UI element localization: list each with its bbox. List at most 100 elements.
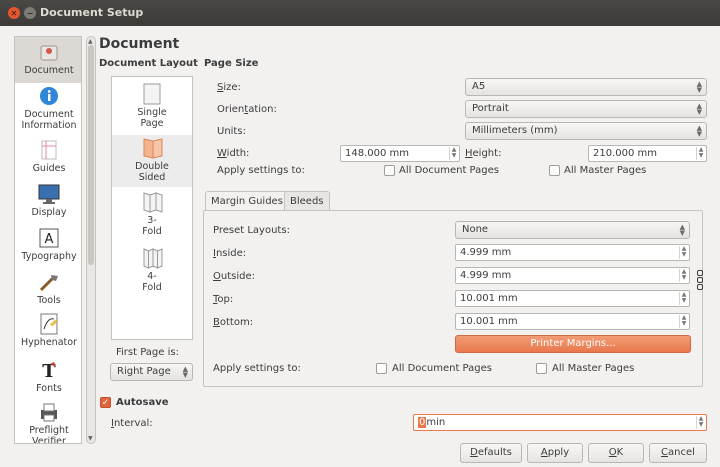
sidebar-item-label: Guides xyxy=(32,163,66,174)
margins-apply-label: Apply settings to: xyxy=(213,363,301,374)
margins-all-document-pages-checkbox[interactable] xyxy=(376,363,387,374)
spinner-icon[interactable]: ▲ ▼ xyxy=(679,246,688,259)
sidebar-item-hyphenator[interactable]: Hyphenator xyxy=(15,311,81,355)
outside-field[interactable]: 4.999 mm ▲ ▼ xyxy=(455,267,690,284)
apply-settings-label: Apply settings to: xyxy=(217,165,305,176)
preset-layouts-select[interactable]: None ▲ ▼ xyxy=(455,221,690,239)
spinner-icon[interactable]: ▲ ▼ xyxy=(449,147,458,160)
spinner-icon[interactable]: ▲ ▼ xyxy=(696,147,705,160)
sidebar-item-label: Typography xyxy=(21,251,77,262)
units-value: Millimeters (mm) xyxy=(472,125,558,136)
margins-all-document-pages-label: All Document Pages xyxy=(392,363,492,374)
tab-bleeds[interactable]: Bleeds xyxy=(284,191,330,211)
sidebar-item-display[interactable]: Display xyxy=(15,179,81,223)
height-label: Height: xyxy=(465,148,502,159)
single-page-icon xyxy=(143,83,161,105)
interval-field[interactable]: 0min ▲ ▼ xyxy=(413,414,707,431)
layout-4-fold[interactable]: 4-Fold xyxy=(112,247,192,299)
sidebar-item-document[interactable]: Document xyxy=(15,37,81,83)
printer-margins-button[interactable]: Printer Margins... xyxy=(455,335,691,353)
bottom-value: 10.001 mm xyxy=(460,316,518,327)
ok-button[interactable]: OK xyxy=(588,443,644,463)
units-select[interactable]: Millimeters (mm) ▲ ▼ xyxy=(465,122,707,140)
page-size-heading: Page Size xyxy=(204,58,259,69)
bottom-label: Bottom: xyxy=(213,317,254,328)
orientation-label: Orientation: xyxy=(217,104,277,115)
layout-label: 3-Fold xyxy=(142,215,162,237)
sidebar-item-label: Fonts xyxy=(36,383,62,394)
all-master-pages-label: All Master Pages xyxy=(564,165,647,176)
preflight-icon xyxy=(37,401,61,423)
sidebar-item-typography[interactable]: A Typography xyxy=(15,223,81,267)
all-document-pages-label: All Document Pages xyxy=(399,165,499,176)
preset-layouts-label: Preset Layouts: xyxy=(213,225,290,236)
size-select[interactable]: A5 ▲ ▼ xyxy=(465,78,707,96)
document-layout-heading: Document Layout xyxy=(99,58,198,69)
window-title: Document Setup xyxy=(40,6,144,19)
chevron-updown-icon: ▲ ▼ xyxy=(696,80,702,94)
sidebar-item-label: Hyphenator xyxy=(21,337,77,348)
defaults-button[interactable]: Defaults xyxy=(460,443,522,463)
minimize-icon[interactable]: − xyxy=(24,7,36,19)
outside-value: 4.999 mm xyxy=(460,270,512,281)
apply-button[interactable]: Apply xyxy=(527,443,583,463)
spinner-icon[interactable]: ▲ ▼ xyxy=(679,269,688,282)
autosave-label: Autosave xyxy=(116,397,169,408)
bottom-field[interactable]: 10.001 mm ▲ ▼ xyxy=(455,313,690,330)
info-icon xyxy=(37,85,61,107)
document-icon xyxy=(37,41,61,63)
all-master-pages-checkbox[interactable] xyxy=(549,165,560,176)
layout-single-page[interactable]: Single Page xyxy=(112,83,192,133)
spinner-icon[interactable]: ▲ ▼ xyxy=(679,292,688,305)
first-page-label: First Page is: xyxy=(116,347,179,358)
scroll-down-icon[interactable]: ▼ xyxy=(88,435,93,442)
tab-margin-guides[interactable]: Margin Guides xyxy=(205,191,289,212)
sidebar-item-label: Document xyxy=(24,65,74,76)
height-field[interactable]: 210.000 mm ▲ ▼ xyxy=(588,145,707,162)
inside-field[interactable]: 4.999 mm ▲ ▼ xyxy=(455,244,690,261)
sidebar-item-tools[interactable]: Tools xyxy=(15,267,81,311)
category-sidebar: Document Document Information Guides Dis… xyxy=(14,36,82,444)
first-page-value: Right Page xyxy=(117,366,171,377)
height-value: 210.000 mm xyxy=(593,148,658,159)
tools-icon xyxy=(37,271,61,293)
sidebar-item-guides[interactable]: Guides xyxy=(15,135,81,179)
size-label: Size: xyxy=(217,82,241,93)
outside-label: Outside: xyxy=(213,271,255,282)
all-document-pages-checkbox[interactable] xyxy=(384,165,395,176)
spinner-icon[interactable]: ▲ ▼ xyxy=(696,416,705,429)
double-sided-icon xyxy=(143,137,163,159)
inside-label: Inside: xyxy=(213,248,247,259)
width-field[interactable]: 148.000 mm ▲ ▼ xyxy=(340,145,460,162)
typography-icon: A xyxy=(37,227,61,249)
sidebar-item-label: Display xyxy=(31,207,67,218)
scrollbar-thumb[interactable] xyxy=(88,45,94,265)
spinner-icon[interactable]: ▲ ▼ xyxy=(679,315,688,328)
cancel-button[interactable]: Cancel xyxy=(649,443,707,463)
sidebar-item-label: Document Information xyxy=(21,109,77,131)
scroll-up-icon[interactable]: ▲ xyxy=(88,38,93,45)
orientation-select[interactable]: Portrait ▲ ▼ xyxy=(465,100,707,118)
sidebar-item-preflight-verifier[interactable]: Preflight Verifier xyxy=(15,399,81,444)
top-field[interactable]: 10.001 mm ▲ ▼ xyxy=(455,290,690,307)
first-page-select[interactable]: Right Page ▲ ▼ xyxy=(110,363,193,381)
layout-double-sided[interactable]: Double Sided xyxy=(112,135,192,187)
sidebar-scrollbar[interactable]: ▲ ▼ xyxy=(86,36,96,444)
display-icon xyxy=(37,183,61,205)
margins-all-master-pages-checkbox[interactable] xyxy=(536,363,547,374)
three-fold-icon xyxy=(143,191,163,213)
layout-3-fold[interactable]: 3-Fold xyxy=(112,191,192,243)
sidebar-item-fonts[interactable]: T Fonts xyxy=(15,355,81,399)
autosave-checkbox[interactable]: ✓ xyxy=(100,397,111,408)
link-chain-icon[interactable] xyxy=(697,270,703,291)
layout-label: 4-Fold xyxy=(142,271,162,293)
sidebar-item-document-information[interactable]: Document Information xyxy=(15,83,81,135)
svg-text:A: A xyxy=(45,232,54,247)
top-value: 10.001 mm xyxy=(460,293,518,304)
chevron-updown-icon: ▲ ▼ xyxy=(679,223,685,237)
close-icon[interactable]: ✕ xyxy=(8,7,20,19)
preset-value: None xyxy=(462,224,489,235)
sidebar-item-label: Tools xyxy=(37,295,61,306)
sidebar-item-label: Preflight Verifier xyxy=(29,425,69,444)
interval-unit: min xyxy=(426,417,446,428)
